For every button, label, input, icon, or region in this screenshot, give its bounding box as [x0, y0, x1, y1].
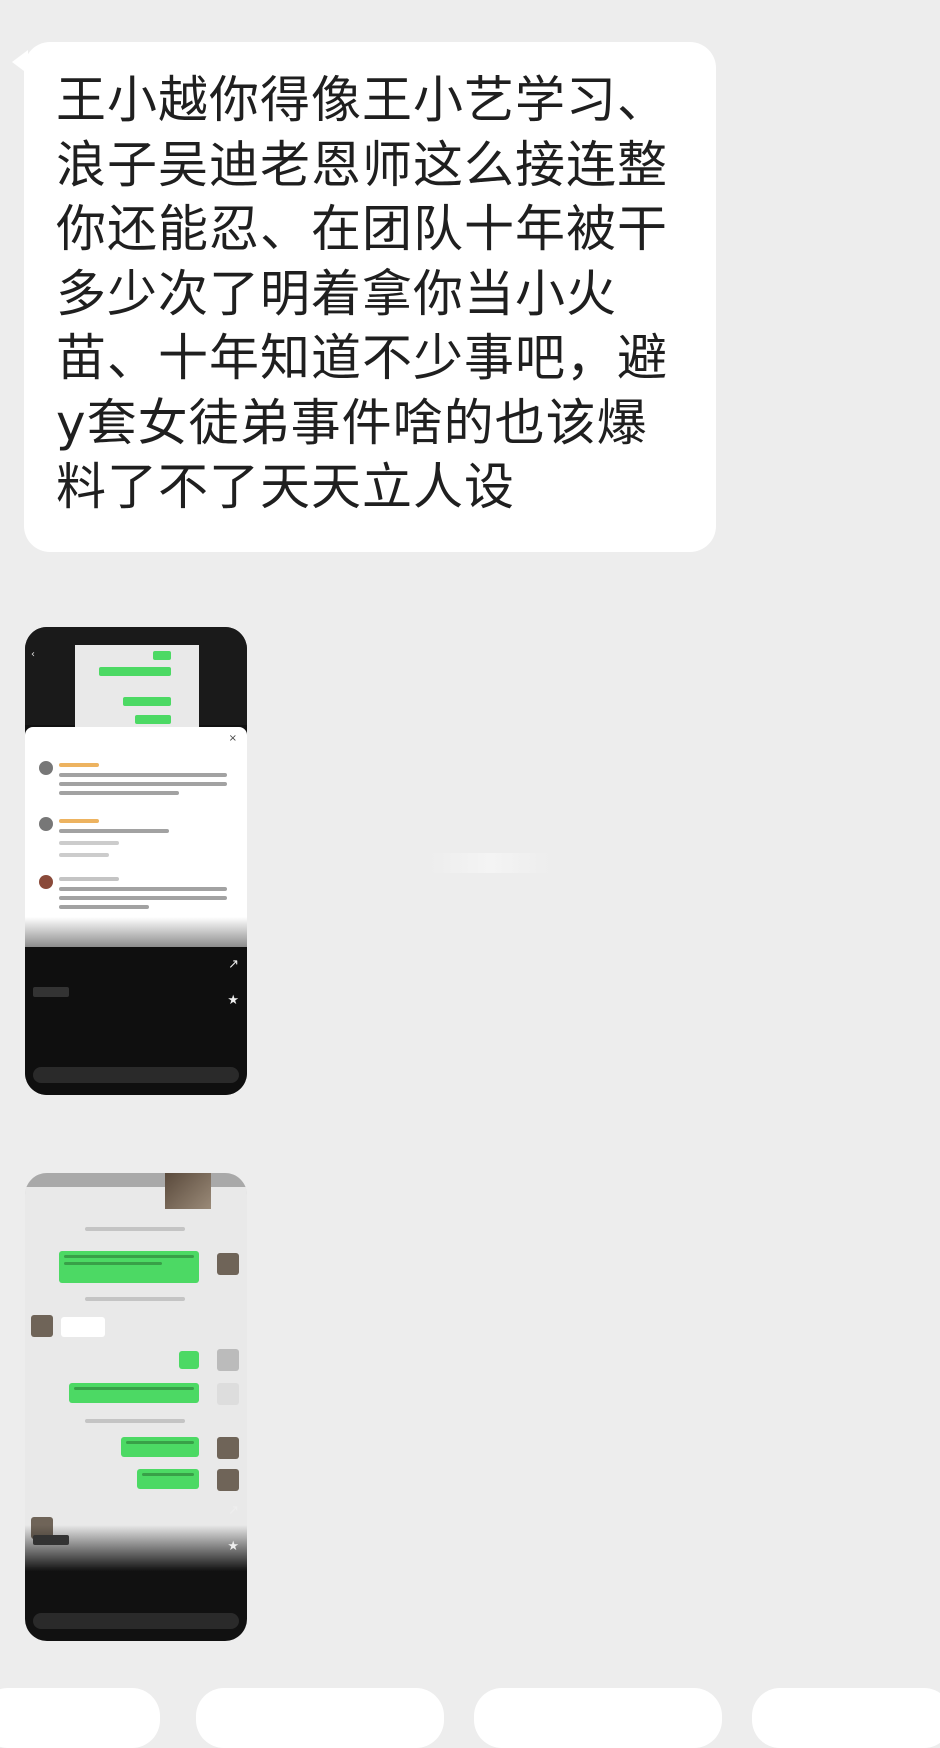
embedded-sent-bubble	[123, 697, 171, 706]
comment-text-line	[59, 829, 169, 833]
avatar	[31, 1315, 53, 1337]
comment-user-line	[59, 877, 119, 881]
embedded-sent-bubble	[135, 715, 171, 724]
embedded-label-badge	[33, 1535, 69, 1545]
avatar	[217, 1437, 239, 1459]
comment-text-line	[59, 782, 227, 786]
avatar	[217, 1349, 239, 1371]
comment-user-line	[59, 763, 99, 767]
bottom-option-chip[interactable]	[752, 1688, 940, 1748]
embedded-comment-panel: ×	[25, 727, 247, 947]
embedded-sent-bubble	[59, 1251, 199, 1283]
screenshot-dark-margin	[199, 645, 247, 725]
embedded-label-badge	[33, 987, 69, 997]
avatar	[217, 1383, 239, 1405]
comment-user-line	[59, 819, 99, 823]
close-icon: ×	[228, 733, 237, 744]
embedded-status-bar	[25, 627, 247, 645]
embedded-sent-bubble	[179, 1351, 199, 1369]
image-message-chat-screenshot[interactable]: ↗ ★	[25, 1173, 247, 1641]
embedded-timestamp	[85, 1297, 185, 1301]
embedded-photo-thumbnail	[165, 1173, 211, 1209]
embedded-sent-bubble	[99, 667, 171, 676]
embedded-sent-bubble	[137, 1469, 199, 1489]
star-icon: ★	[227, 993, 239, 1008]
share-icon: ↗	[228, 957, 239, 972]
comment-reply-line	[59, 853, 109, 857]
comment-meta-line	[59, 841, 119, 845]
comment-text-line	[59, 791, 179, 795]
comment-text-line	[59, 773, 227, 777]
share-icon: ↗	[228, 1503, 239, 1518]
embedded-sent-bubble	[153, 651, 171, 660]
star-icon: ★	[227, 1539, 239, 1554]
bottom-option-chip[interactable]	[474, 1688, 722, 1748]
embedded-chat-area	[25, 1187, 247, 1567]
embedded-timestamp	[85, 1419, 185, 1423]
bottom-option-chip[interactable]	[0, 1688, 160, 1748]
avatar	[217, 1469, 239, 1491]
avatar	[39, 817, 53, 831]
embedded-comment	[39, 761, 229, 805]
avatar	[217, 1253, 239, 1275]
comment-text-line	[59, 887, 227, 891]
comment-text-line	[59, 905, 149, 909]
bottom-option-chip[interactable]	[196, 1688, 444, 1748]
embedded-sent-bubble	[121, 1437, 199, 1457]
embedded-comment	[39, 817, 229, 861]
embedded-sent-bubble	[69, 1383, 199, 1403]
image-message-comments-screenshot[interactable]: ‹ × ↗ ★	[25, 627, 247, 1095]
avatar	[39, 875, 53, 889]
avatar	[39, 761, 53, 775]
faint-artifact	[430, 853, 550, 873]
embedded-input-bar	[33, 1067, 239, 1083]
embedded-input-bar	[33, 1613, 239, 1629]
back-icon: ‹	[31, 649, 35, 660]
comment-text-line	[59, 896, 227, 900]
message-text: 王小越你得像王小艺学习、浪子吴迪老恩师这么接连整你还能忍、在团队十年被干多少次了…	[56, 71, 668, 516]
embedded-received-bubble	[61, 1317, 105, 1337]
text-message-bubble[interactable]: 王小越你得像王小艺学习、浪子吴迪老恩师这么接连整你还能忍、在团队十年被干多少次了…	[24, 42, 716, 552]
embedded-timestamp	[85, 1227, 185, 1231]
embedded-status-bar	[25, 1173, 247, 1187]
